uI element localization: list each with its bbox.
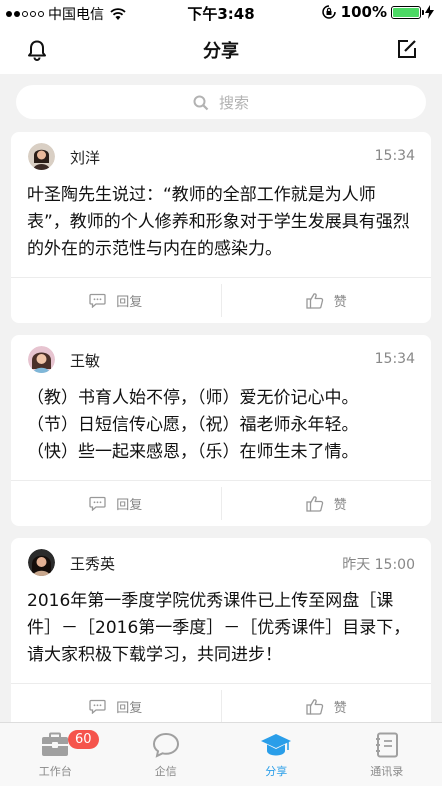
post-text: 2016年第一季度学院优秀课件已上传至网盘［课件］－［2016第一季度］－［优秀… [27,591,411,665]
compose-icon[interactable] [396,38,418,60]
nav-bar: 分享 [0,26,442,74]
notification-badge: 60 [68,730,99,749]
author-name[interactable]: 王秀英 [70,553,115,574]
like-button[interactable]: 赞 [222,481,432,526]
like-label: 赞 [333,295,347,310]
tab-label: 通讯录 [370,765,404,778]
status-bar: 中国电信 下午3:48 100% [0,0,442,26]
reply-label: 回复 [116,498,143,513]
tab-label: 企信 [154,765,177,778]
reply-label: 回复 [116,701,143,716]
post-time: 15:34 [374,148,415,164]
tab-workbench[interactable]: 60 工作台 [0,723,111,786]
tab-contacts[interactable]: 通讯录 [332,723,442,786]
poem-line: （教）书育人始不停，（师）爱无价记心中。 [27,388,359,408]
avatar[interactable] [28,143,55,170]
reply-button[interactable]: 回复 [11,278,221,323]
post-text: （教）书育人始不停，（师）爱无价记心中。 （节）日短信传心愿，（祝）福老师永年轻… [11,383,431,480]
tab-share[interactable]: 分享 [221,723,332,786]
tab-bar: 60 工作台 企信 分享 通讯录 [0,722,442,786]
reply-button[interactable]: 回复 [11,481,221,526]
poem-line: （节）日短信传心愿，（祝）福老师永年轻。 [27,415,359,435]
tab-messages[interactable]: 企信 [111,723,222,786]
like-label: 赞 [333,701,347,716]
share-feed: 刘洋 15:34 叶圣陶先生说过：“教师的全部工作就是为人师表”，教师的个人修养… [11,132,431,741]
search-icon [193,95,209,110]
page-title: 分享 [203,41,239,62]
tab-label: 工作台 [38,765,72,778]
like-label: 赞 [333,498,347,513]
battery-icon [391,5,424,19]
tab-label: 分享 [265,765,288,778]
avatar[interactable] [28,549,55,576]
status-right: 100% [321,3,434,21]
thumbs-up-icon [306,496,323,512]
reply-label: 回复 [116,295,143,310]
poem-line: （快）些一起来感恩，（乐）在师生未了情。 [27,442,359,462]
rotation-lock-icon [321,5,336,19]
briefcase-icon [42,732,69,756]
post-time: 15:34 [374,351,415,367]
search-bar[interactable]: 搜索 [16,85,426,119]
like-button[interactable]: 赞 [222,278,432,323]
graduation-cap-icon [261,734,292,756]
avatar[interactable] [28,346,55,373]
post-card: 刘洋 15:34 叶圣陶先生说过：“教师的全部工作就是为人师表”，教师的个人修养… [11,132,431,323]
post-card: 王秀英 昨天 15:00 2016年第一季度学院优秀课件已上传至网盘［课件］－［… [11,538,431,729]
comment-icon [89,496,106,511]
search-placeholder: 搜索 [218,94,249,112]
thumbs-up-icon [306,699,323,715]
battery-percent: 100% [340,3,387,21]
charging-icon [425,5,434,19]
address-book-icon [375,732,398,758]
post-text: 叶圣陶先生说过：“教师的全部工作就是为人师表”，教师的个人修养和形象对于学生发展… [27,185,410,259]
author-name[interactable]: 刘洋 [70,147,100,168]
thumbs-up-icon [306,293,323,309]
post-card: 王敏 15:34 （教）书育人始不停，（师）爱无价记心中。 （节）日短信传心愿，… [11,335,431,526]
chat-bubble-icon [152,732,179,758]
comment-icon [89,699,106,714]
post-time: 昨天 15:00 [342,557,415,573]
comment-icon [89,293,106,308]
author-name[interactable]: 王敏 [70,350,100,371]
